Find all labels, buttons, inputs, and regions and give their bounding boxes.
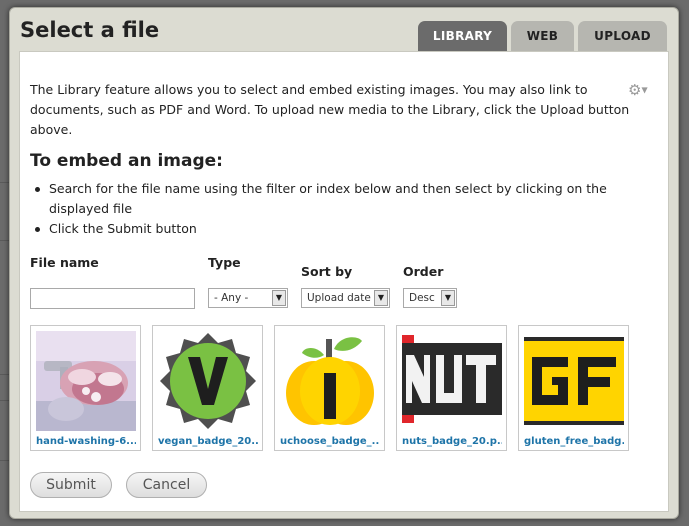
file-name-link[interactable]: nuts_badge_20.p...	[402, 436, 502, 447]
file-name-link[interactable]: uchoose_badge_...	[280, 436, 380, 447]
select-file-dialog: Select a file LIBRARY WEB UPLOAD The Lib…	[9, 7, 679, 519]
order-select-value: Desc	[409, 292, 435, 304]
gear-icon[interactable]: ⚙▼	[628, 82, 652, 98]
tab-upload[interactable]: UPLOAD	[578, 21, 667, 51]
tab-web[interactable]: WEB	[511, 21, 574, 51]
instruction-item: Click the Submit button	[30, 219, 630, 239]
library-panel: The Library feature allows you to select…	[19, 51, 669, 512]
file-thumbnail[interactable]: uchoose_badge_...	[274, 325, 385, 451]
order-select[interactable]: Desc ▼	[403, 288, 457, 308]
hand-washing-photo	[36, 331, 136, 431]
file-thumbnail[interactable]: vegan_badge_20....	[152, 325, 263, 451]
instruction-item: Search for the file name using the filte…	[30, 179, 630, 219]
tab-library[interactable]: LIBRARY	[418, 21, 507, 51]
chevron-down-icon: ▼	[272, 290, 286, 306]
chevron-down-icon: ▼	[441, 290, 455, 306]
sort-by-select-value: Upload date	[307, 292, 371, 304]
file-name-label: File name	[30, 255, 99, 270]
sort-by-label: Sort by	[301, 264, 353, 279]
file-name-link[interactable]: vegan_badge_20....	[158, 436, 258, 447]
type-select[interactable]: - Any - ▼	[208, 288, 288, 308]
embed-heading: To embed an image:	[30, 151, 223, 171]
intro-text: The Library feature allows you to select…	[30, 82, 630, 137]
file-thumbnail[interactable]: gluten_free_badg...	[518, 325, 629, 451]
file-name-link[interactable]: hand-washing-6...	[36, 436, 136, 447]
dialog-title: Select a file	[20, 18, 160, 42]
order-label: Order	[403, 264, 444, 279]
file-thumbnail[interactable]: nuts_badge_20.p...	[396, 325, 507, 451]
vegan-badge-image	[158, 331, 258, 431]
type-label: Type	[208, 255, 241, 270]
submit-button[interactable]: Submit	[30, 472, 112, 498]
file-name-input[interactable]	[30, 288, 195, 309]
cancel-button[interactable]: Cancel	[126, 472, 207, 498]
nuts-badge-image	[402, 331, 502, 431]
uchoose-badge-image	[280, 331, 380, 431]
file-name-link[interactable]: gluten_free_badg...	[524, 436, 624, 447]
instruction-list: Search for the file name using the filte…	[30, 179, 630, 239]
dialog-tabs: LIBRARY WEB UPLOAD	[414, 21, 667, 51]
file-thumbnail[interactable]: hand-washing-6...	[30, 325, 141, 451]
type-select-value: - Any -	[214, 292, 249, 304]
gluten-free-badge-image	[524, 331, 624, 431]
chevron-down-icon: ▼	[374, 290, 388, 306]
sort-by-select[interactable]: Upload date ▼	[301, 288, 390, 308]
